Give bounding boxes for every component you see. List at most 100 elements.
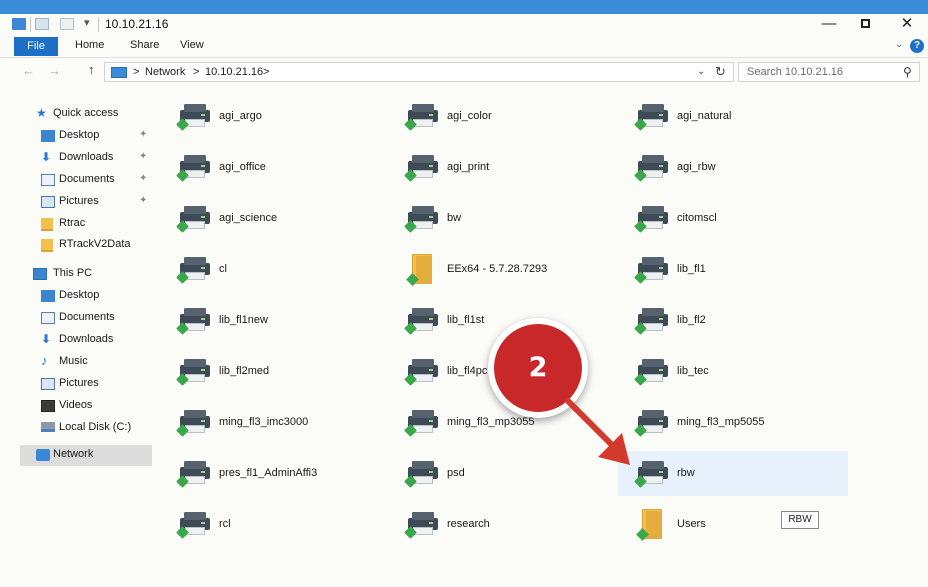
drive-icon: [41, 422, 55, 432]
documents-icon: [41, 312, 55, 324]
pin-icon: ✦: [139, 151, 148, 162]
window-top-accent: [0, 0, 928, 14]
list-item[interactable]: agi_color: [388, 97, 608, 137]
item-label: agi_argo: [219, 110, 262, 122]
up-button[interactable]: ↑: [88, 62, 95, 77]
ribbon-tabs: File Home Share View ⌄ ?: [0, 36, 928, 58]
close-button[interactable]: ✕: [890, 14, 924, 36]
network-printer-icon: [176, 356, 212, 386]
nav-pc-videos[interactable]: Videos: [0, 396, 155, 416]
nav-rtrackv2data[interactable]: RTrackV2Data: [0, 235, 155, 255]
list-item[interactable]: agi_argo: [160, 97, 380, 137]
list-item[interactable]: agi_science: [160, 199, 380, 239]
search-icon[interactable]: ⚲: [903, 65, 912, 79]
nav-quick-access[interactable]: ★ Quick access: [0, 104, 155, 124]
expand-ribbon-chevron-icon[interactable]: ⌄: [895, 39, 903, 50]
item-label: pres_fl1_AdminAffi3: [219, 467, 318, 479]
list-item[interactable]: cl: [160, 250, 380, 290]
nav-pc-music[interactable]: ♪ Music: [0, 352, 155, 372]
list-item[interactable]: lib_fl2med: [160, 352, 380, 392]
item-label: bw: [447, 212, 462, 224]
item-label: EEx64 - 5.7.28.7293: [447, 263, 548, 275]
nav-network[interactable]: Network: [20, 445, 152, 466]
nav-label: Pictures: [59, 377, 99, 389]
list-item[interactable]: agi_office: [160, 148, 380, 188]
pin-icon: ✦: [139, 195, 148, 206]
network-printer-icon: [634, 305, 670, 335]
nav-pictures[interactable]: Pictures ✦: [0, 192, 155, 212]
address-row: ← → ↑ > Network > 10.10.21.16 > ⌄ ↻ Sear…: [0, 59, 928, 85]
nav-pc-pictures[interactable]: Pictures: [0, 374, 155, 394]
list-item[interactable]: lib_fl1new: [160, 301, 380, 341]
new-folder-icon[interactable]: [60, 18, 74, 30]
list-item[interactable]: bw: [388, 199, 608, 239]
network-printer-icon: [404, 203, 440, 233]
list-item[interactable]: ming_fl3_imc3000: [160, 403, 380, 443]
breadcrumb-separator[interactable]: >: [193, 66, 199, 78]
list-item[interactable]: EEx64 - 5.7.28.7293: [388, 250, 608, 290]
properties-icon[interactable]: [35, 18, 49, 30]
list-item[interactable]: pres_fl1_AdminAffi3: [160, 454, 380, 494]
back-button[interactable]: ←: [22, 63, 35, 78]
nav-pc-local-disk[interactable]: Local Disk (C:): [0, 418, 155, 438]
item-label: citomscl: [677, 212, 717, 224]
network-printer-icon: [176, 458, 212, 488]
list-item[interactable]: ming_fl3_mp5055: [618, 403, 848, 443]
help-icon[interactable]: ?: [910, 39, 924, 53]
list-item-selected[interactable]: rbw: [618, 451, 848, 496]
title-bar: ▾ 10.10.21.16 — ✕: [0, 14, 928, 36]
maximize-button[interactable]: [848, 14, 882, 36]
breadcrumb-separator[interactable]: >: [133, 66, 139, 78]
item-label: lib_fl1new: [219, 314, 268, 326]
list-item[interactable]: lib_tec: [618, 352, 848, 392]
tab-share[interactable]: Share: [130, 39, 159, 51]
nav-downloads[interactable]: ⬇ Downloads ✦: [0, 148, 155, 168]
breadcrumb-network[interactable]: Network: [145, 66, 185, 78]
network-printer-icon: [176, 203, 212, 233]
breadcrumb-separator[interactable]: >: [263, 66, 269, 78]
navigation-pane: ★ Quick access Desktop ✦ ⬇ Downloads ✦ D…: [0, 95, 160, 587]
search-placeholder: Search 10.10.21.16: [747, 66, 844, 78]
nav-pc-downloads[interactable]: ⬇ Downloads: [0, 330, 155, 350]
list-item[interactable]: lib_fl2: [618, 301, 848, 341]
folder-icon: [12, 18, 26, 30]
tab-view[interactable]: View: [180, 39, 204, 51]
nav-this-pc[interactable]: This PC: [0, 264, 155, 284]
quick-access-toolbar-dropdown[interactable]: ▾: [84, 16, 90, 29]
nav-label: Music: [59, 355, 88, 367]
nav-rtrac[interactable]: Rtrac: [0, 214, 155, 234]
network-printer-icon: [404, 305, 440, 335]
item-label: cl: [219, 263, 227, 275]
forward-button[interactable]: →: [48, 63, 61, 78]
list-item[interactable]: Users: [618, 505, 778, 545]
address-bar[interactable]: > Network > 10.10.21.16 > ⌄ ↻: [104, 62, 734, 82]
refresh-button[interactable]: ↻: [715, 64, 726, 80]
pin-icon: ✦: [139, 173, 148, 184]
item-label: lib_fl1st: [447, 314, 485, 326]
desktop-icon: [41, 130, 55, 142]
nav-documents[interactable]: Documents ✦: [0, 170, 155, 190]
list-item[interactable]: agi_print: [388, 148, 608, 188]
nav-desktop[interactable]: Desktop ✦: [0, 126, 155, 146]
minimize-button[interactable]: —: [812, 14, 846, 36]
nav-label: This PC: [53, 267, 93, 279]
shared-folder-icon: [406, 254, 440, 286]
nav-pc-desktop[interactable]: Desktop: [0, 286, 155, 306]
breadcrumb-host[interactable]: 10.10.21.16: [205, 66, 263, 78]
network-printer-icon: [634, 152, 670, 182]
item-label: rcl: [219, 518, 231, 530]
nav-label: Pictures: [59, 195, 99, 207]
search-input[interactable]: Search 10.10.21.16 ⚲: [738, 62, 920, 82]
tab-home[interactable]: Home: [75, 39, 104, 51]
network-printer-icon: [176, 305, 212, 335]
list-item[interactable]: lib_fl1: [618, 250, 848, 290]
list-item[interactable]: rcl: [160, 505, 380, 545]
tab-file[interactable]: File: [14, 37, 58, 56]
list-item[interactable]: agi_rbw: [618, 148, 848, 188]
list-item[interactable]: citomscl: [618, 199, 848, 239]
list-item[interactable]: research: [388, 505, 608, 545]
list-item[interactable]: agi_natural: [618, 97, 848, 137]
nav-label: Documents: [59, 311, 115, 323]
nav-pc-documents[interactable]: Documents: [0, 308, 155, 328]
address-history-dropdown[interactable]: ⌄: [697, 66, 705, 77]
